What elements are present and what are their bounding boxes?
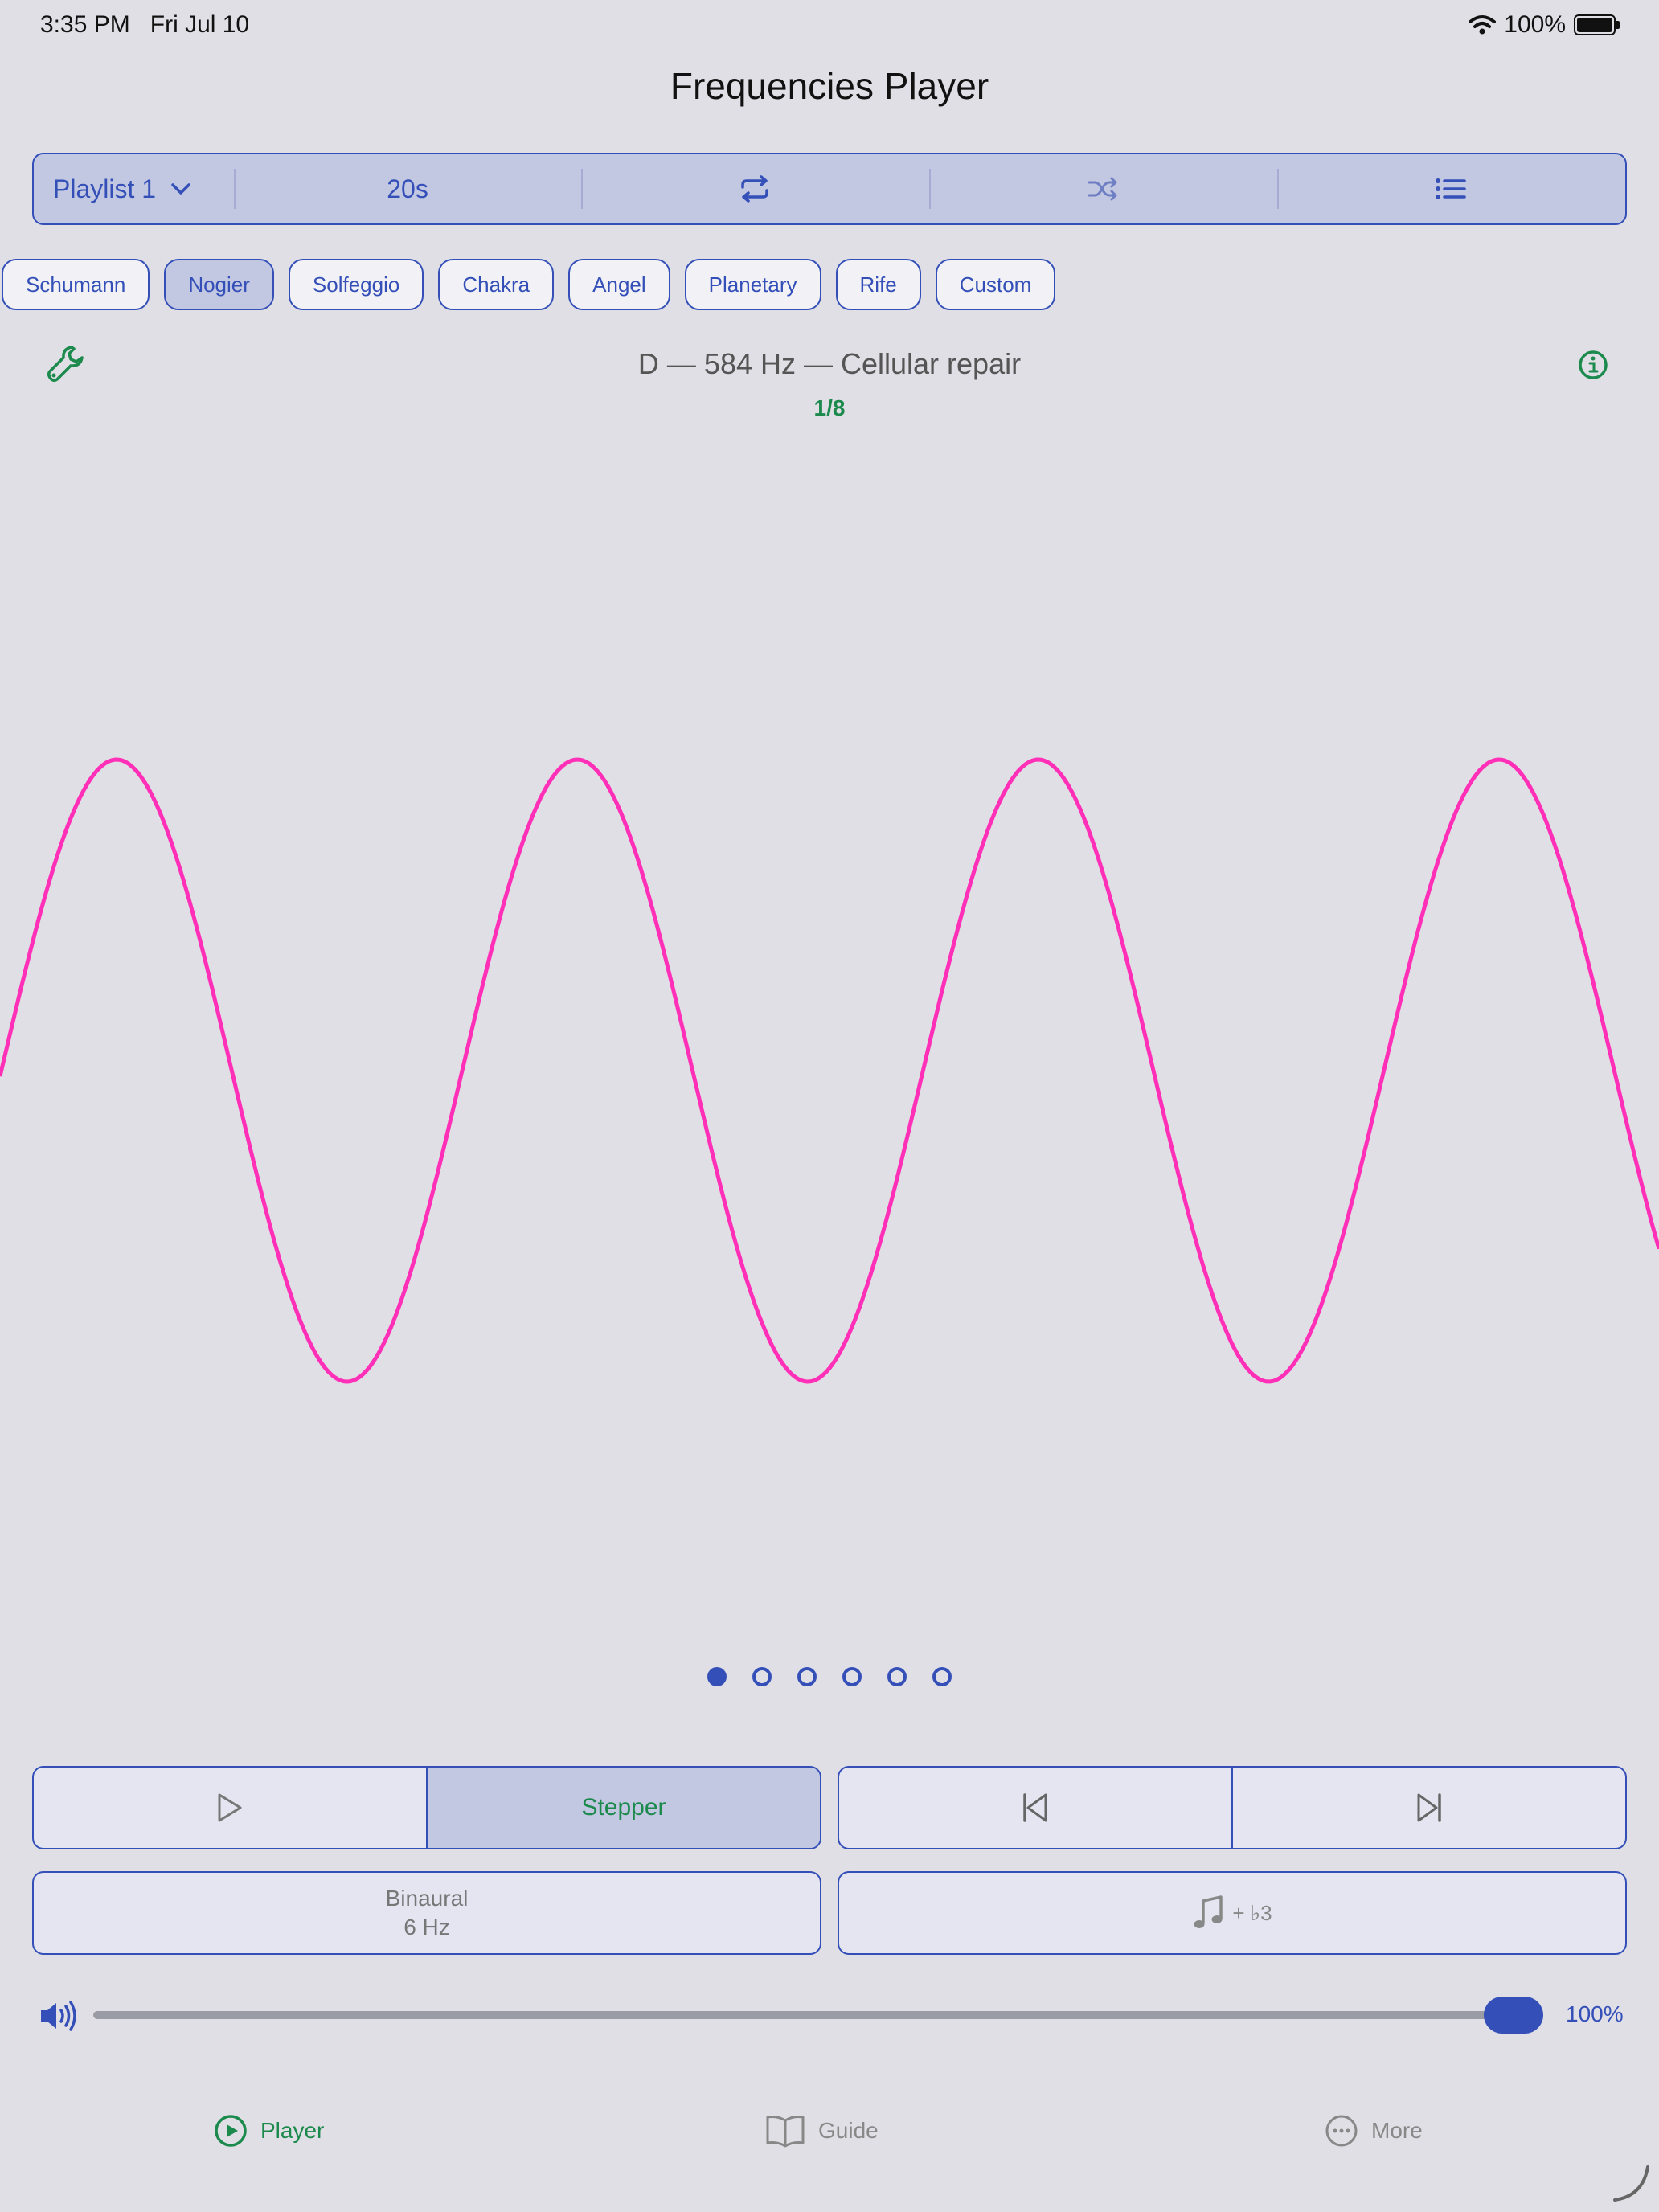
skip-forward-icon [1417,1793,1441,1822]
chord-button[interactable]: + ♭3 [838,1871,1627,1955]
page-dot[interactable] [752,1667,772,1686]
chip-schumann[interactable]: Schumann [2,259,150,310]
playlist-label: Playlist 1 [53,174,157,203]
page-indicator [707,1667,952,1686]
category-chips: Schumann Nogier Solfeggio Chakra Angel P… [2,259,1056,310]
status-right: 100% [1469,11,1620,39]
music-note-icon [1194,1895,1223,1928]
play-mode-control: Stepper [32,1766,821,1849]
battery-icon [1574,14,1620,35]
tab-more-label: More [1371,2118,1423,2143]
chord-content: + ♭3 [839,1873,1625,1953]
stepper-toggle[interactable]: Stepper [426,1768,820,1848]
page-dot[interactable] [707,1667,727,1686]
waveform-canvas[interactable] [0,723,1659,1415]
repeat-button[interactable] [580,154,929,223]
play-button[interactable] [34,1768,426,1848]
binaural-label: Binaural [385,1886,469,1911]
page-dot[interactable] [797,1667,817,1686]
battery-percent: 100% [1504,11,1566,38]
ellipsis-circle-icon [1325,2115,1358,2147]
chip-planetary[interactable]: Planetary [684,259,821,310]
skip-control [838,1766,1627,1849]
list-button[interactable] [1276,154,1625,223]
resize-corner-icon [1613,2165,1649,2202]
duration-label: 20s [387,174,428,203]
previous-button[interactable] [839,1768,1231,1848]
chevron-down-icon [171,183,190,195]
shuffle-icon [1088,177,1117,201]
tab-guide-label: Guide [818,2118,879,2143]
binaural-value: 6 Hz [403,1915,450,1940]
chip-rife[interactable]: Rife [835,259,921,310]
tab-player-label: Player [260,2118,325,2143]
status-time: 3:35 PM Fri Jul 10 [40,11,249,39]
chip-custom[interactable]: Custom [935,259,1056,310]
play-icon [218,1793,242,1822]
list-icon [1436,178,1467,199]
page-dot[interactable] [887,1667,907,1686]
page-dot[interactable] [842,1667,862,1686]
skip-back-icon [1023,1793,1047,1822]
page-dot[interactable] [932,1667,952,1686]
page-title: Frequencies Player [670,65,989,107]
volume-slider-track[interactable] [93,2011,1540,2019]
tab-player[interactable]: Player [214,2114,324,2148]
binaural-button[interactable]: Binaural 6 Hz [32,1871,821,1955]
speaker-icon[interactable] [39,2000,79,2032]
chip-solfeggio[interactable]: Solfeggio [288,259,424,310]
tab-guide[interactable]: Guide [765,2114,879,2148]
frequency-title: D — 584 Hz — Cellular repair [637,347,1022,380]
playlist-toolbar: Playlist 1 20s [32,153,1627,225]
chip-nogier[interactable]: Nogier [164,259,274,310]
status-clock: 3:35 PM [40,11,130,38]
info-icon[interactable] [1577,349,1609,381]
volume-percent: 100% [1566,2001,1624,2026]
waveform-line [0,757,1659,1384]
play-circle-icon [215,2115,247,2147]
tab-more[interactable]: More [1325,2114,1423,2148]
duration-button[interactable]: 20s [234,154,580,223]
volume-slider-thumb[interactable] [1484,1997,1543,2034]
chord-label: + ♭3 [1232,1900,1272,1925]
chip-chakra[interactable]: Chakra [438,259,555,310]
chip-angel[interactable]: Angel [568,259,670,310]
repeat-icon [741,175,768,203]
wifi-icon [1469,15,1497,35]
playlist-selector[interactable]: Playlist 1 [34,154,234,223]
frequency-position: 1/8 [813,395,846,420]
book-icon [766,2116,805,2148]
shuffle-button[interactable] [928,154,1277,223]
binaural-content: Binaural 6 Hz [34,1873,820,1953]
status-date: Fri Jul 10 [150,11,250,38]
next-button[interactable] [1231,1768,1625,1848]
